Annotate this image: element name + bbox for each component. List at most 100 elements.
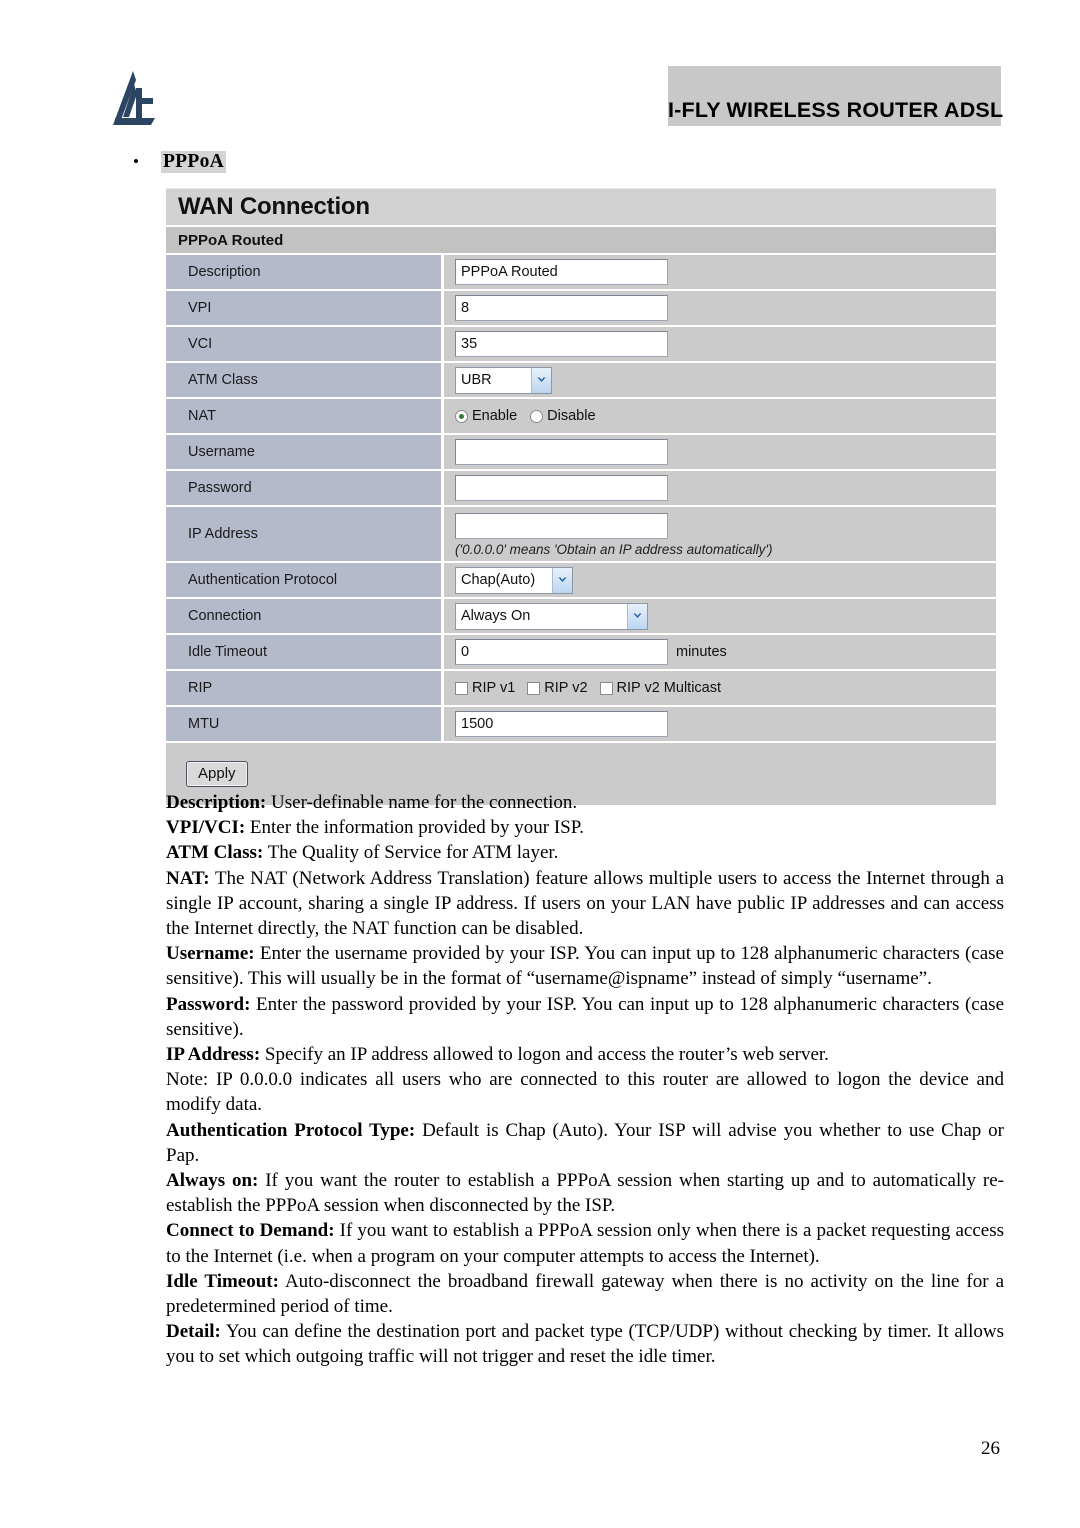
- value-atm-class: UBR: [444, 363, 996, 397]
- bullet-icon: •: [133, 152, 139, 171]
- rip-v2-checkbox[interactable]: RIP v2: [527, 680, 588, 696]
- ip-address-input[interactable]: [455, 513, 668, 539]
- label-rip: RIP: [166, 671, 444, 705]
- text-atm-class: The Quality of Service for ATM layer.: [263, 842, 559, 864]
- nat-radio-disable-label: Disable: [547, 408, 596, 424]
- label-atm-class: ATM Class: [166, 363, 444, 397]
- paragraph-always-on: Always on: If you want the router to est…: [166, 1168, 1004, 1218]
- label-description: Description: [166, 255, 444, 289]
- chevron-down-icon[interactable]: [531, 367, 551, 393]
- paragraph-password: Password: Enter the password provided by…: [166, 992, 1004, 1042]
- chevron-down-icon[interactable]: [552, 567, 572, 593]
- paragraph-ip-address: IP Address: Specify an IP address allowe…: [166, 1042, 1004, 1067]
- panel-subheader: PPPoA Routed: [166, 227, 996, 255]
- radio-unselected-icon[interactable]: [530, 409, 544, 423]
- paragraph-idle-timeout: Idle Timeout: Auto-disconnect the broadb…: [166, 1269, 1004, 1319]
- apply-button[interactable]: Apply: [186, 761, 248, 787]
- term-authentication-protocol-type: Authentication Protocol Type:: [166, 1119, 416, 1141]
- paragraph-vpi-vci: VPI/VCI: Enter the information provided …: [166, 815, 1004, 840]
- text-detail: You can define the destination port and …: [166, 1321, 1004, 1368]
- label-password: Password: [166, 471, 444, 505]
- value-mtu: 1500: [444, 707, 996, 741]
- form-row-username: Username: [166, 435, 996, 471]
- value-authentication-protocol: Chap(Auto): [444, 563, 996, 597]
- nat-radio-group: Enable Disable: [455, 408, 602, 424]
- description-input[interactable]: PPPoA Routed: [455, 259, 668, 285]
- checkbox-unchecked-icon[interactable]: [599, 681, 613, 695]
- paragraph-detail: Detail: You can define the destination p…: [166, 1319, 1004, 1369]
- value-vci: 35: [444, 327, 996, 361]
- term-username: Username:: [166, 943, 255, 965]
- label-vci: VCI: [166, 327, 444, 361]
- text-always-on: If you want the router to establish a PP…: [166, 1170, 1004, 1217]
- label-ip-address: IP Address: [166, 507, 444, 561]
- label-mtu: MTU: [166, 707, 444, 741]
- term-description: Description:: [166, 792, 267, 813]
- checkbox-unchecked-icon[interactable]: [527, 681, 541, 695]
- section-heading-label: PPPoA: [160, 151, 227, 173]
- authentication-protocol-select[interactable]: Chap(Auto): [455, 566, 573, 594]
- term-atm-class: ATM Class:: [166, 842, 264, 864]
- section-heading: • PPPoA: [133, 151, 227, 173]
- idle-timeout-input[interactable]: 0: [455, 639, 668, 665]
- rip-v2-multicast-checkbox[interactable]: RIP v2 Multicast: [599, 680, 721, 696]
- text-username: Enter the username provided by your ISP.…: [166, 943, 1004, 990]
- label-authentication-protocol: Authentication Protocol: [166, 563, 444, 597]
- text-note: Note: IP 0.0.0.0 indicates all users who…: [166, 1069, 1004, 1116]
- chevron-down-icon[interactable]: [627, 603, 647, 629]
- nat-radio-disable[interactable]: Disable: [530, 408, 596, 424]
- term-detail: Detail:: [166, 1321, 221, 1343]
- header-banner: I-FLY WIRELESS ROUTER ADSL: [668, 66, 1003, 126]
- radio-selected-icon[interactable]: [455, 409, 468, 423]
- form-row-description: Description PPPoA Routed: [166, 255, 996, 291]
- connection-select[interactable]: Always On: [455, 602, 648, 630]
- text-vpi-vci: Enter the information provided by your I…: [245, 817, 584, 839]
- connection-selected-value: Always On: [461, 608, 531, 624]
- value-description: PPPoA Routed: [444, 255, 996, 289]
- atm-class-select[interactable]: UBR: [455, 366, 552, 394]
- paragraph-username: Username: Enter the username provided by…: [166, 941, 1004, 991]
- checkbox-unchecked-icon[interactable]: [455, 681, 468, 695]
- form-row-password: Password: [166, 471, 996, 507]
- vci-input[interactable]: 35: [455, 331, 668, 357]
- rip-v2-label: RIP v2: [544, 680, 588, 696]
- rip-checkbox-group: RIP v1 RIP v2 RIP v2 Multicast: [455, 680, 727, 696]
- rip-v1-label: RIP v1: [472, 680, 516, 696]
- form-row-idle-timeout: Idle Timeout 0 minutes: [166, 635, 996, 671]
- term-always-on: Always on:: [166, 1170, 259, 1192]
- panel-subtitle: PPPoA Routed: [178, 231, 284, 249]
- paragraph-nat: NAT: The NAT (Network Address Translatio…: [166, 866, 1004, 942]
- value-vpi: 8: [444, 291, 996, 325]
- text-ip-address: Specify an IP address allowed to logon a…: [260, 1044, 829, 1066]
- form-row-mtu: MTU 1500: [166, 707, 996, 743]
- value-nat: Enable Disable: [444, 399, 996, 433]
- page-header: I-FLY WIRELESS ROUTER ADSL: [0, 64, 1080, 144]
- vpi-input[interactable]: 8: [455, 295, 668, 321]
- panel-title: WAN Connection: [178, 193, 370, 220]
- form-row-connection: Connection Always On: [166, 599, 996, 635]
- atlantis-land-logo-icon: [103, 68, 165, 130]
- form-row-atm-class: ATM Class UBR: [166, 363, 996, 399]
- label-username: Username: [166, 435, 444, 469]
- term-nat: NAT:: [166, 867, 210, 889]
- term-ip-address: IP Address:: [166, 1044, 261, 1066]
- rip-v1-checkbox[interactable]: RIP v1: [455, 680, 515, 696]
- paragraph-note: Note: IP 0.0.0.0 indicates all users who…: [166, 1067, 1004, 1117]
- value-password: [444, 471, 996, 505]
- text-idle-timeout: Auto-disconnect the broadband firewall g…: [166, 1270, 1004, 1318]
- panel-title-bar: WAN Connection: [166, 189, 996, 227]
- nat-radio-enable[interactable]: Enable: [455, 408, 517, 424]
- mtu-input[interactable]: 1500: [455, 711, 668, 737]
- page-number: 26: [981, 1438, 1000, 1459]
- term-connect-to-demand: Connect to Demand:: [166, 1220, 335, 1242]
- username-input[interactable]: [455, 439, 668, 465]
- term-idle-timeout: Idle Timeout:: [166, 1270, 279, 1292]
- value-username: [444, 435, 996, 469]
- value-connection: Always On: [444, 599, 996, 633]
- label-nat: NAT: [166, 399, 444, 433]
- label-vpi: VPI: [166, 291, 444, 325]
- text-password: Enter the password provided by your ISP.…: [166, 993, 1004, 1040]
- term-vpi-vci: VPI/VCI:: [166, 817, 246, 839]
- form-row-ip-address: IP Address ('0.0.0.0' means 'Obtain an I…: [166, 507, 996, 563]
- password-input[interactable]: [455, 475, 668, 501]
